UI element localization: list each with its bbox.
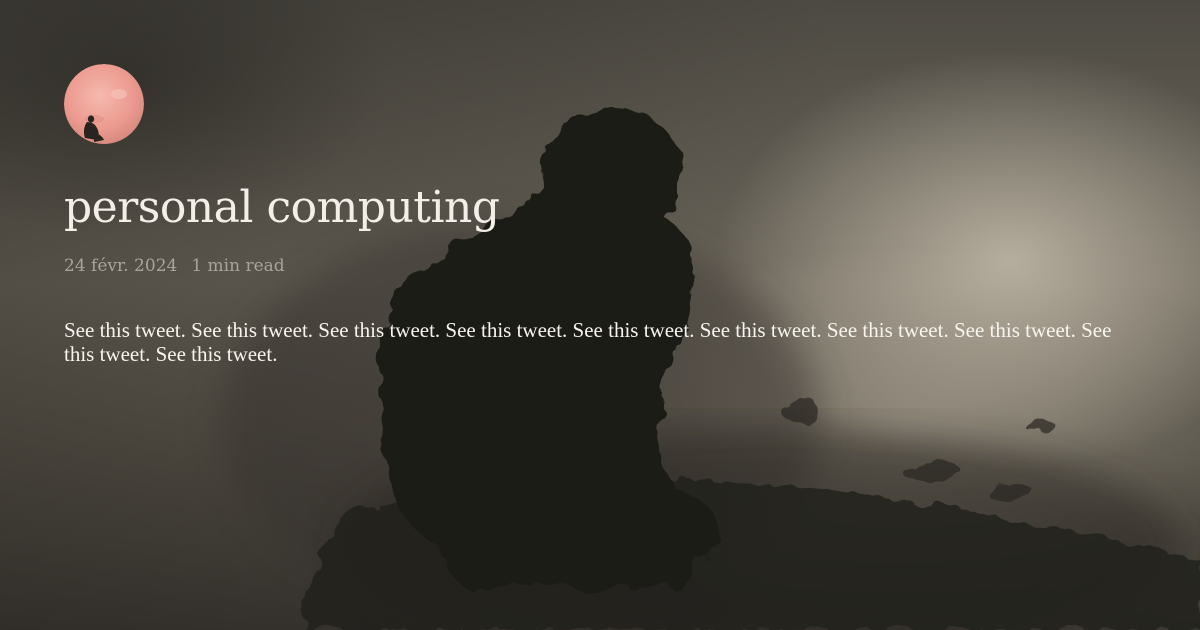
reading-time: 1 min read (191, 256, 285, 276)
post-meta: 24 févr. 2024 1 min read (64, 256, 285, 276)
social-preview-card: personal computing 24 févr. 2024 1 min re… (0, 0, 1200, 630)
background-tint (0, 0, 1200, 630)
post-excerpt: See this tweet. See this tweet. See this… (64, 318, 1112, 366)
thinking-figure-moon-avatar-icon (64, 64, 144, 144)
post-title[interactable]: personal computing (64, 180, 500, 235)
post-date: 24 févr. 2024 (64, 256, 178, 276)
site-avatar (64, 64, 144, 144)
